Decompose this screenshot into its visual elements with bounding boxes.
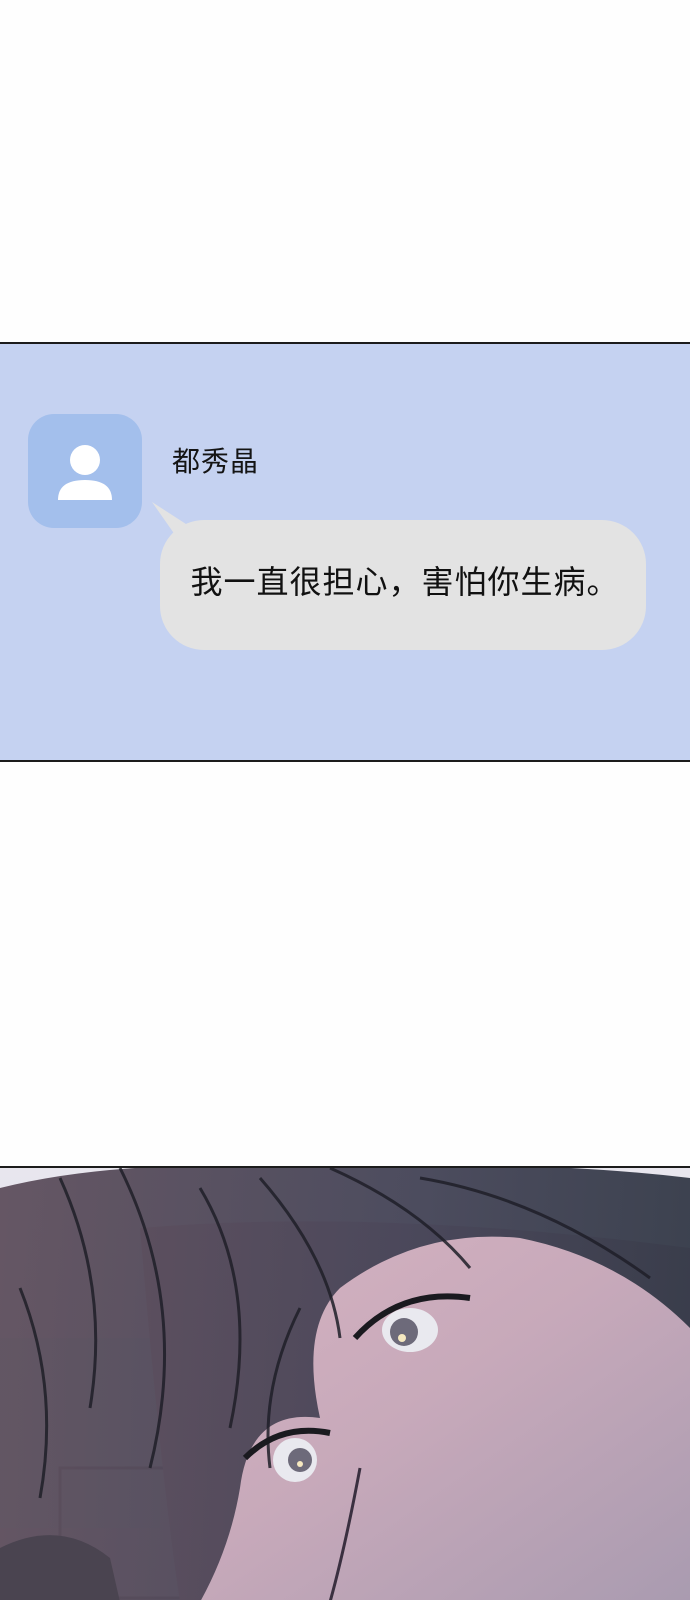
person-icon bbox=[58, 445, 112, 500]
face-illustration bbox=[0, 1168, 690, 1600]
comic-page: 都秀晶 我一直很担心，害怕你生病。 bbox=[0, 0, 690, 1600]
sender-name: 都秀晶 bbox=[172, 445, 260, 478]
message-text: 我一直很担心，害怕你生病。 bbox=[190, 563, 620, 601]
message-bubble: 我一直很担心，害怕你生病。 bbox=[150, 502, 650, 652]
illustration-panel bbox=[0, 1166, 690, 1600]
message-panel: 都秀晶 我一直很担心，害怕你生病。 bbox=[0, 342, 690, 762]
contact-avatar bbox=[28, 414, 142, 528]
